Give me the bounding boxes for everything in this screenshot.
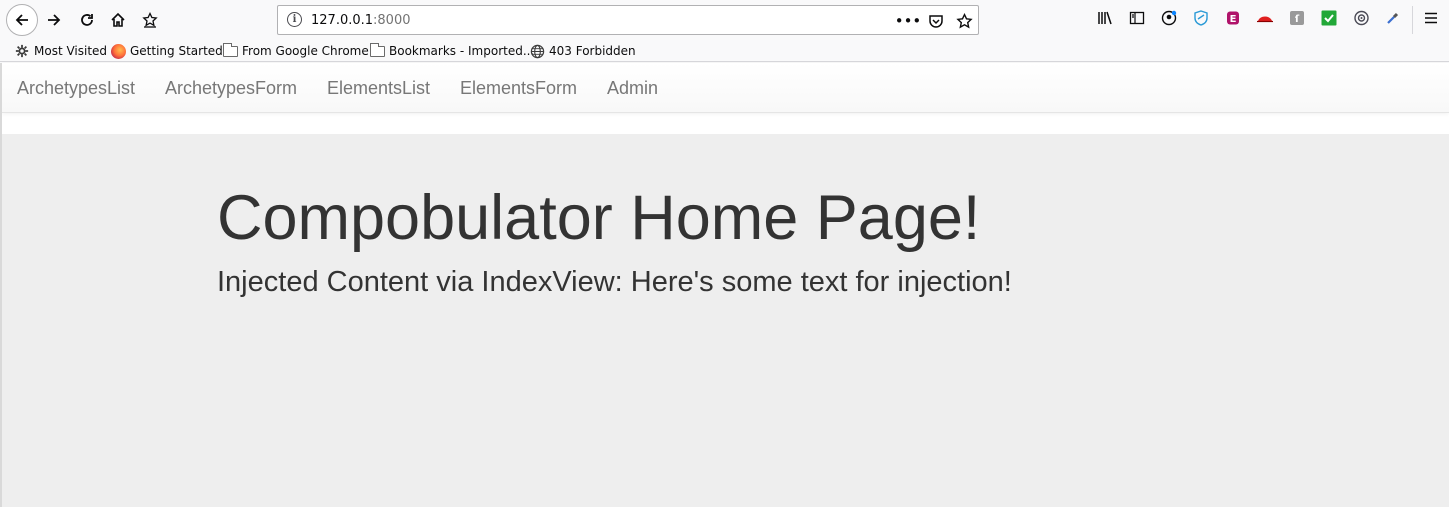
forward-icon[interactable] xyxy=(38,4,70,36)
jumbotron: Compobulator Home Page! Injected Content… xyxy=(2,134,1449,507)
gear-icon xyxy=(14,43,30,59)
nav-link-admin[interactable]: Admin xyxy=(607,78,658,99)
url-bar[interactable]: i 127.0.0.1:8000 ••• xyxy=(277,5,979,35)
globe-icon xyxy=(529,43,545,59)
extension-n-icon[interactable]: ſ xyxy=(1288,9,1306,27)
page-actions-icon[interactable]: ••• xyxy=(895,10,922,32)
checkmark-icon[interactable] xyxy=(1320,9,1338,27)
window-left-edge xyxy=(0,63,2,507)
site-info-icon[interactable]: i xyxy=(287,12,302,27)
pocket-icon[interactable] xyxy=(925,10,947,32)
browser-toolbar: i 127.0.0.1:8000 ••• E ſ xyxy=(0,0,1449,40)
bookmark-label: Most Visited xyxy=(34,44,108,58)
sidebar-icon[interactable] xyxy=(1128,9,1146,27)
firefox-icon xyxy=(110,43,126,59)
bookmark-label: Bookmarks - Imported... xyxy=(389,44,535,58)
injected-content-text: Injected Content via IndexView: Here's s… xyxy=(217,266,1012,298)
bookmark-from-google-chrome[interactable]: From Google Chrome xyxy=(222,42,369,60)
bookmark-star-icon[interactable] xyxy=(134,4,166,36)
home-icon[interactable] xyxy=(102,4,134,36)
svg-text:ſ: ſ xyxy=(1295,14,1300,25)
eyedropper-icon[interactable] xyxy=(1384,9,1402,27)
redhat-icon[interactable] xyxy=(1256,9,1274,27)
bookmark-403-forbidden[interactable]: 403 Forbidden xyxy=(529,42,636,60)
bookmarks-toolbar: Most Visited Getting Started From Google… xyxy=(0,40,1449,62)
url-text[interactable]: 127.0.0.1:8000 xyxy=(311,13,411,28)
bookmark-label: 403 Forbidden xyxy=(549,44,636,58)
nav-link-archetypes-list[interactable]: ArchetypesList xyxy=(17,78,135,99)
nav-link-elements-form[interactable]: ElementsForm xyxy=(460,78,577,99)
bookmark-label: From Google Chrome xyxy=(242,44,369,58)
reader-icon[interactable] xyxy=(1352,9,1370,27)
svg-text:E: E xyxy=(1230,14,1237,25)
account-icon[interactable] xyxy=(1160,9,1178,27)
bookmark-imported-folder[interactable]: Bookmarks - Imported... xyxy=(369,42,534,60)
nav-link-elements-list[interactable]: ElementsList xyxy=(327,78,430,99)
url-port: :8000 xyxy=(373,13,411,28)
star-icon[interactable] xyxy=(953,10,975,32)
site-navbar: ArchetypesList ArchetypesForm ElementsLi… xyxy=(2,63,1449,113)
bookmark-getting-started[interactable]: Getting Started xyxy=(110,42,223,60)
library-icon[interactable] xyxy=(1096,9,1114,27)
nav-link-archetypes-form[interactable]: ArchetypesForm xyxy=(165,78,297,99)
bookmark-label: Getting Started xyxy=(130,44,223,58)
reload-icon[interactable] xyxy=(71,4,103,36)
folder-icon xyxy=(222,42,238,59)
page-title: Compobulator Home Page! xyxy=(217,183,981,253)
shield-icon[interactable] xyxy=(1192,9,1210,27)
extension-e-icon[interactable]: E xyxy=(1224,9,1242,27)
menu-icon[interactable] xyxy=(1422,9,1440,27)
toolbar-separator xyxy=(1412,6,1413,34)
url-host: 127.0.0.1 xyxy=(311,13,374,28)
folder-icon xyxy=(369,42,385,59)
bookmark-most-visited[interactable]: Most Visited xyxy=(14,42,107,60)
back-icon[interactable] xyxy=(6,4,38,36)
page-content: ArchetypesList ArchetypesForm ElementsLi… xyxy=(0,63,1449,507)
